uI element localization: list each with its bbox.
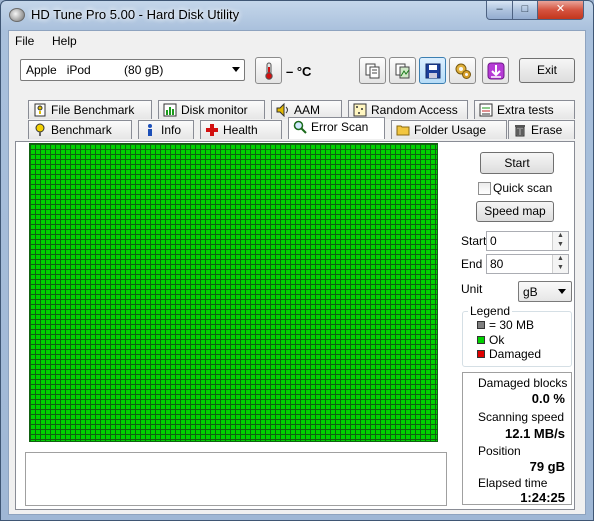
end-input-value: 80 (490, 257, 504, 271)
tab-aam-label: AAM (294, 103, 321, 117)
file-benchmark-icon (34, 103, 46, 117)
tab-file-benchmark-label: File Benchmark (51, 103, 135, 117)
folder-icon (396, 125, 410, 136)
tab-extra-tests[interactable]: Extra tests (474, 100, 575, 119)
legend-block-swatch (477, 321, 485, 329)
end-spin-down[interactable]: ▼ (552, 264, 568, 273)
scanning-speed-label: Scanning speed (478, 410, 565, 424)
tab-info[interactable]: Info (138, 120, 194, 139)
unit-select[interactable]: gB (518, 281, 572, 302)
elapsed-time-label: Elapsed time (478, 476, 548, 490)
quick-scan-checkbox[interactable] (478, 182, 491, 195)
extra-tests-icon (479, 103, 493, 117)
app-window: HD Tune Pro 5.00 - Hard Disk Utility – □… (0, 0, 594, 521)
download-button[interactable] (482, 57, 509, 84)
health-cross-icon (206, 124, 218, 136)
damaged-blocks-value: 0.0 % (531, 391, 565, 406)
tab-erase[interactable]: Erase (508, 120, 575, 139)
legend-title: Legend (468, 304, 513, 318)
drive-select[interactable]: Apple iPod (80 gB) (20, 59, 245, 81)
temperature-readout: – °C (286, 64, 312, 79)
close-button[interactable]: ✕ (537, 1, 584, 20)
tab-benchmark[interactable]: Benchmark (28, 120, 132, 139)
random-access-icon (353, 103, 367, 117)
tab-info-label: Info (161, 123, 182, 137)
save-icon (425, 63, 441, 79)
end-input[interactable]: 80 ▲ ▼ (486, 254, 569, 274)
speaker-icon (276, 103, 288, 117)
temperature-button[interactable] (255, 57, 282, 84)
window-title: HD Tune Pro 5.00 - Hard Disk Utility (31, 7, 240, 22)
legend-block-size: = 30 MB (489, 318, 535, 332)
tab-disk-monitor[interactable]: Disk monitor (158, 100, 265, 119)
copy-text-button[interactable] (359, 57, 386, 84)
exit-button[interactable]: Exit (519, 58, 575, 83)
legend-damaged-label: Damaged (489, 347, 542, 361)
benchmark-icon (35, 123, 45, 136)
unit-label: Unit (461, 282, 483, 296)
menu-file[interactable]: File (15, 34, 34, 48)
scan-block-map (29, 143, 438, 442)
minimize-button[interactable]: – (486, 1, 513, 20)
tab-error-scan[interactable]: Error Scan (288, 117, 385, 139)
end-spin-up[interactable]: ▲ (552, 255, 568, 264)
save-button[interactable] (419, 57, 446, 84)
speed-map-button[interactable]: Speed map (476, 201, 554, 222)
tab-disk-monitor-label: Disk monitor (181, 103, 248, 117)
tab-health-label: Health (223, 123, 258, 137)
info-icon (148, 124, 152, 136)
maximize-button[interactable]: □ (512, 1, 538, 20)
start-spin-down[interactable]: ▼ (552, 241, 568, 250)
tab-benchmark-label: Benchmark (51, 123, 112, 137)
copy-text-icon (365, 63, 380, 79)
tab-file-benchmark[interactable]: File Benchmark (28, 100, 152, 119)
thermometer-icon (265, 62, 273, 80)
start-field-label: Start (461, 234, 487, 248)
tab-health[interactable]: Health (200, 120, 282, 139)
start-input-value: 0 (490, 234, 497, 248)
trash-icon (515, 125, 525, 137)
start-spin-up[interactable]: ▲ (552, 232, 568, 241)
tab-extra-tests-label: Extra tests (497, 103, 554, 117)
magnifier-icon (293, 120, 307, 134)
start-scan-button[interactable]: Start (480, 152, 554, 174)
legend-damaged-swatch (477, 350, 485, 358)
quick-scan-label: Quick scan (493, 181, 553, 195)
elapsed-time-value: 1:24:25 (520, 490, 565, 505)
position-label: Position (478, 444, 521, 458)
copy-screenshot-icon (395, 63, 410, 79)
legend-group: Legend = 30 MB Ok Damaged (462, 304, 572, 367)
options-icon (455, 63, 471, 79)
chevron-down-icon (232, 67, 240, 72)
scanning-speed-value: 12.1 MB/s (505, 426, 565, 441)
tab-erase-label: Erase (531, 123, 563, 137)
tab-random-access-label: Random Access (371, 103, 458, 117)
chevron-down-icon (558, 289, 566, 294)
damaged-blocks-label: Damaged blocks (478, 376, 568, 390)
options-button[interactable] (449, 57, 476, 84)
client-area: File Help Apple iPod (80 gB) – °C Exit F… (8, 30, 586, 515)
tab-folder-usage-label: Folder Usage (414, 123, 487, 137)
legend-ok-label: Ok (489, 333, 505, 347)
copy-screenshot-button[interactable] (389, 57, 416, 84)
legend-ok-swatch (477, 336, 485, 344)
hd-tune-app-icon (9, 8, 25, 22)
download-icon (487, 62, 505, 80)
unit-select-value: gB (523, 285, 538, 299)
tab-error-scan-label: Error Scan (311, 120, 369, 134)
menu-help[interactable]: Help (52, 34, 77, 48)
start-input[interactable]: 0 ▲ ▼ (486, 231, 569, 251)
end-field-label: End (461, 257, 483, 271)
menu-bar: File Help (9, 31, 585, 51)
title-bar[interactable]: HD Tune Pro 5.00 - Hard Disk Utility – □… (1, 1, 593, 30)
scan-stats-box: Damaged blocks 0.0 % Scanning speed 12.1… (462, 372, 572, 505)
position-value: 79 gB (529, 459, 565, 474)
disk-monitor-icon (163, 103, 177, 117)
drive-select-value: Apple iPod (80 gB) (26, 63, 164, 77)
scan-log-box[interactable] (25, 452, 447, 506)
tab-folder-usage[interactable]: Folder Usage (391, 120, 507, 139)
